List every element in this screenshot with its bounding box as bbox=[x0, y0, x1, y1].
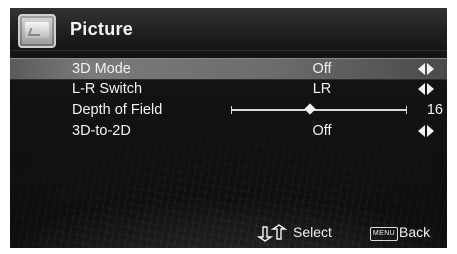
left-arrow-icon bbox=[418, 63, 425, 75]
menu-item-lr-switch[interactable]: L-R Switch LR bbox=[10, 79, 447, 99]
osd-footer: Select MENU Back bbox=[10, 218, 447, 248]
right-arrow-icon bbox=[427, 63, 434, 75]
menu-item-value: Off bbox=[312, 61, 332, 77]
menu-item-label: Depth of Field bbox=[72, 102, 163, 118]
depth-of-field-value: 16 bbox=[426, 102, 443, 118]
menu-item-value: Off bbox=[312, 123, 332, 139]
slider-thumb[interactable] bbox=[304, 103, 316, 115]
depth-of-field-slider[interactable] bbox=[231, 103, 407, 115]
menu-item-value: LR bbox=[312, 81, 332, 97]
right-arrow-icon bbox=[427, 83, 434, 95]
menu-title: Picture bbox=[70, 19, 134, 39]
tv-osd-frame: Picture 3D Mode Off L-R Switch LR Depth … bbox=[0, 0, 457, 254]
left-right-arrows-icon[interactable] bbox=[416, 125, 436, 137]
menu-item-depth-of-field[interactable]: Depth of Field 16 bbox=[10, 100, 447, 120]
right-arrow-icon bbox=[427, 125, 434, 137]
osd-screen: Picture 3D Mode Off L-R Switch LR Depth … bbox=[10, 8, 447, 248]
left-right-arrows-icon[interactable] bbox=[416, 63, 436, 75]
menu-item-3d-to-2d[interactable]: 3D-to-2D Off bbox=[10, 121, 447, 141]
left-arrow-icon bbox=[418, 83, 425, 95]
back-hint: Back bbox=[399, 224, 431, 240]
menu-item-label: 3D-to-2D bbox=[72, 123, 131, 139]
osd-header: Picture bbox=[10, 8, 447, 51]
slider-left-tick bbox=[231, 106, 232, 114]
left-right-arrows-icon[interactable] bbox=[416, 83, 436, 95]
select-hint: Select bbox=[293, 224, 332, 240]
menu-item-3d-mode[interactable]: 3D Mode Off bbox=[10, 58, 447, 80]
menu-key-icon: MENU bbox=[370, 227, 398, 241]
up-down-arrows-icon bbox=[256, 224, 291, 242]
menu-item-label: 3D Mode bbox=[72, 61, 131, 77]
picture-icon-screen bbox=[25, 22, 49, 38]
left-arrow-icon bbox=[418, 125, 425, 137]
slider-right-tick bbox=[406, 106, 407, 114]
picture-icon bbox=[18, 14, 56, 48]
up-down-arrows-svg bbox=[256, 224, 288, 242]
menu-item-label: L-R Switch bbox=[72, 81, 143, 97]
